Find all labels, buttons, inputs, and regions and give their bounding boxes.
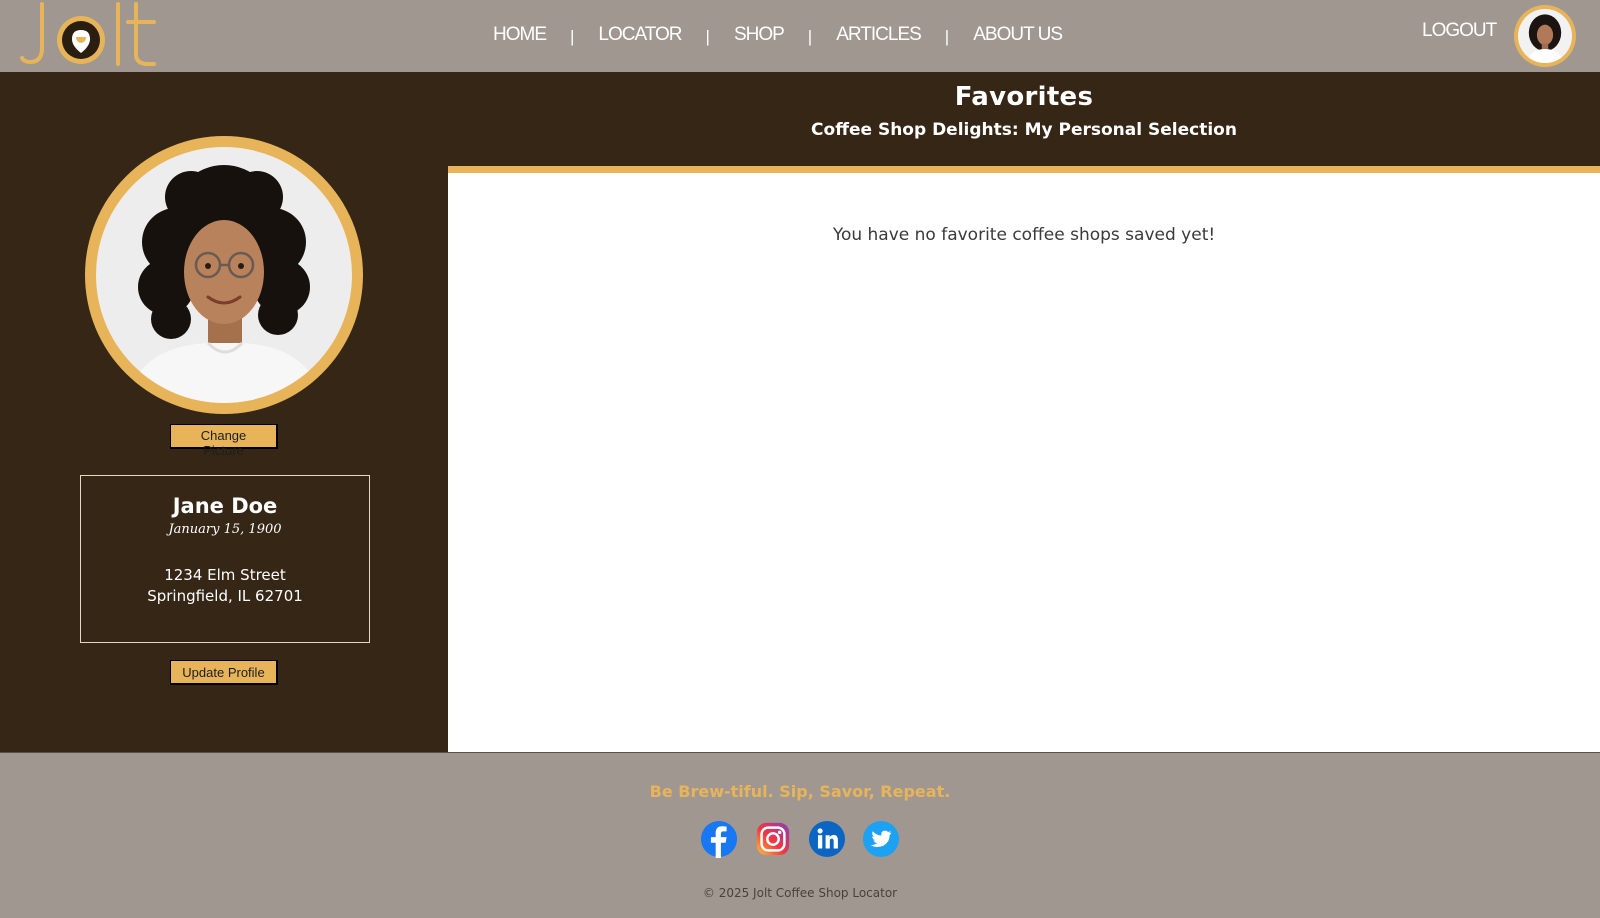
facebook-icon[interactable] — [700, 820, 738, 858]
profile-info-card: Jane Doe January 15, 1900 1234 Elm Stree… — [80, 475, 370, 643]
profile-photo — [85, 136, 363, 414]
nav-articles[interactable]: ARTICLES — [836, 24, 922, 46]
favorites-content: You have no favorite coffee shops saved … — [448, 173, 1600, 752]
profile-sidebar: Change Picture Jane Doe January 15, 1900… — [0, 72, 448, 752]
jolt-logo[interactable] — [20, 0, 160, 70]
nav-home[interactable]: HOME — [493, 24, 547, 46]
instagram-icon[interactable] — [754, 820, 792, 858]
page-subtitle: Coffee Shop Delights: My Personal Select… — [811, 120, 1237, 140]
logout-link[interactable]: LOGOUT — [1422, 20, 1497, 42]
profile-address: 1234 Elm Street Springfield, IL 62701 — [81, 565, 369, 607]
nav-shop[interactable]: SHOP — [734, 24, 785, 46]
nav-locator[interactable]: LOCATOR — [598, 24, 682, 46]
avatar-photo-icon — [1518, 9, 1572, 63]
nav-about-us[interactable]: ABOUT US — [973, 24, 1063, 46]
nav-separator: | — [944, 27, 950, 46]
copyright-text: © 2025 Jolt Coffee Shop Locator — [702, 886, 898, 900]
footer-divider — [0, 752, 1600, 753]
address-line-1: 1234 Elm Street — [164, 566, 286, 584]
user-avatar[interactable] — [1514, 5, 1576, 67]
footer-tagline: Be Brew-tiful. Sip, Savor, Repeat. — [649, 782, 951, 801]
social-links — [700, 820, 900, 860]
nav-separator: | — [570, 27, 575, 46]
change-picture-button[interactable]: Change Picture — [170, 424, 278, 458]
update-profile-button[interactable]: Update Profile — [170, 660, 278, 685]
profile-portrait-icon — [96, 147, 352, 403]
nav-separator: | — [807, 27, 813, 46]
empty-favorites-message: You have no favorite coffee shops saved … — [832, 225, 1216, 245]
jolt-logo-icon — [20, 2, 156, 66]
nav-separator: | — [705, 27, 710, 46]
site-footer: Be Brew-tiful. Sip, Savor, Repeat. © 202… — [0, 752, 1600, 918]
address-line-2: Springfield, IL 62701 — [147, 587, 303, 605]
profile-name: Jane Doe — [172, 494, 278, 518]
site-header: HOME | LOCATOR | SHOP | ARTICLES | ABOUT… — [0, 0, 1600, 72]
page-title: Favorites — [954, 82, 1094, 112]
linkedin-icon[interactable] — [808, 820, 846, 858]
main-nav: HOME | LOCATOR | SHOP | ARTICLES | ABOUT… — [493, 20, 1063, 50]
favorites-header: Favorites Coffee Shop Delights: My Perso… — [448, 72, 1600, 166]
twitter-icon[interactable] — [862, 820, 900, 858]
accent-divider — [448, 166, 1600, 173]
profile-dob: January 15, 1900 — [168, 522, 282, 537]
